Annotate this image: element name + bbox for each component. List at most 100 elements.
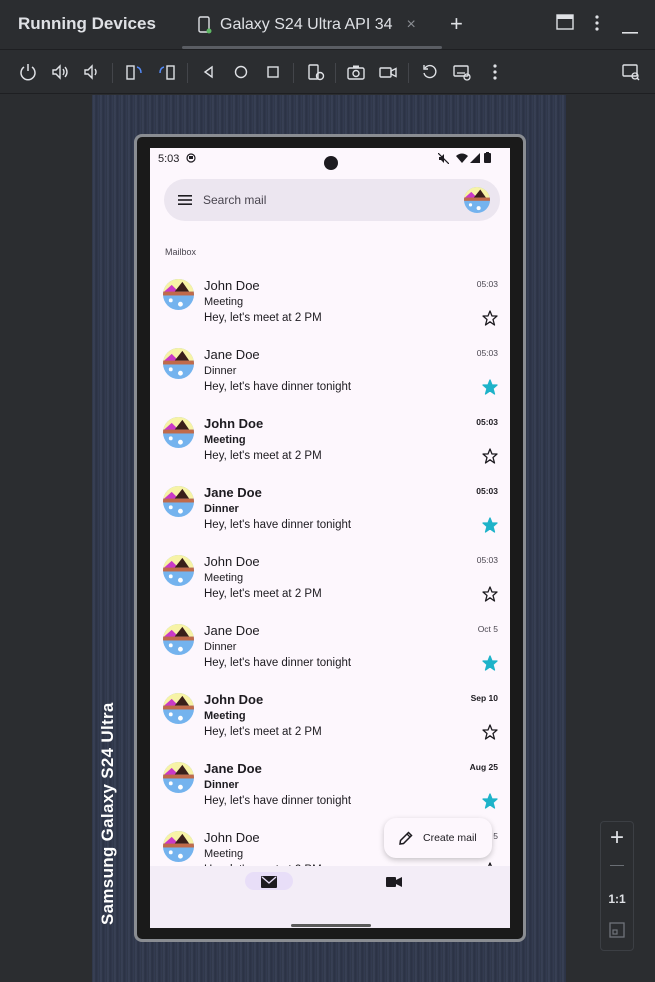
mail-preview: Hey, let's have dinner tonight	[204, 657, 352, 669]
star-outline-icon[interactable]	[482, 724, 498, 740]
window-layout-icon[interactable]	[556, 14, 574, 35]
mail-preview: Hey, let's have dinner tonight	[204, 795, 352, 807]
mail-subject: Dinner	[204, 641, 237, 653]
zoom-in-button[interactable]: +	[601, 824, 633, 852]
emulator-toolbar	[0, 51, 655, 94]
zoom-out-button[interactable]: —	[601, 856, 633, 872]
back-icon[interactable]	[199, 62, 219, 82]
device-stage: Samsung Galaxy S24 Ultra 5:03 Search mai…	[0, 95, 655, 982]
mail-time: 05:03	[476, 555, 498, 565]
zoom-actual-size-button[interactable]: 1:1	[601, 892, 633, 906]
star-outline-icon[interactable]	[482, 448, 498, 464]
sender-avatar[interactable]	[163, 279, 194, 310]
pencil-icon	[398, 830, 414, 846]
mail-time: 05:03	[476, 417, 498, 427]
rotate-right-icon[interactable]	[157, 62, 177, 82]
sender-avatar[interactable]	[163, 486, 194, 517]
mail-time: Aug 25	[469, 762, 498, 772]
camera-icon[interactable]	[346, 62, 366, 82]
sender-avatar[interactable]	[163, 624, 194, 655]
status-time: 5:03	[158, 153, 180, 165]
mail-sender: Jane Doe	[204, 623, 260, 638]
screen-record-icon[interactable]	[378, 62, 398, 82]
mail-preview: Hey, let's meet at 2 PM	[204, 588, 322, 600]
sender-avatar[interactable]	[163, 555, 194, 586]
power-icon[interactable]	[18, 62, 38, 82]
device-tab[interactable]: Galaxy S24 Ultra API 34 ×	[198, 12, 416, 38]
list-item[interactable]: Jane Doe Dinner Hey, let's have dinner ton…	[150, 477, 510, 546]
mail-preview: Hey, let's meet at 2 PM	[204, 450, 322, 462]
bottom-navigation	[150, 866, 510, 928]
mail-subject: Meeting	[204, 296, 244, 308]
toolbar-divider	[408, 63, 409, 83]
sender-avatar[interactable]	[163, 348, 194, 379]
reset-icon[interactable]	[420, 62, 440, 82]
add-device-tab-button[interactable]: +	[450, 12, 463, 36]
keyboard-settings-icon[interactable]	[452, 62, 472, 82]
list-item[interactable]: John Doe Meeting Hey, let's meet at 2 PM 05…	[150, 408, 510, 477]
device-tab-label: Galaxy S24 Ultra API 34	[220, 16, 393, 33]
sender-avatar[interactable]	[163, 762, 194, 793]
search-placeholder[interactable]: Search mail	[203, 193, 266, 207]
mail-preview: Hey, let's have dinner tonight	[204, 519, 352, 531]
create-mail-label: Create mail	[423, 832, 477, 844]
mailbox-heading: Mailbox	[165, 247, 197, 257]
overview-icon[interactable]	[263, 62, 283, 82]
star-outline-icon[interactable]	[482, 586, 498, 602]
more-options-icon[interactable]	[594, 14, 600, 37]
nav-item-video[interactable]	[370, 872, 418, 890]
video-icon	[386, 875, 402, 893]
star-filled-icon[interactable]	[482, 379, 498, 395]
list-item[interactable]: John Doe Meeting Hey, let's meet at 2 PM Se…	[150, 684, 510, 753]
mail-list: John Doe Meeting Hey, let's meet at 2 PM 05…	[150, 270, 510, 891]
mail-time: Oct 5	[477, 624, 498, 634]
nav-item-mail[interactable]	[245, 872, 293, 890]
mail-subject: Meeting	[204, 710, 246, 722]
device-mirror-icon[interactable]	[621, 62, 641, 82]
volume-up-icon[interactable]	[50, 62, 70, 82]
zoom-controls: + — 1:1	[600, 821, 634, 951]
more-actions-icon[interactable]	[485, 62, 505, 82]
toolbar-divider	[293, 63, 294, 83]
create-mail-button[interactable]: Create mail	[384, 818, 492, 858]
battery-icon	[484, 152, 491, 166]
star-outline-icon[interactable]	[482, 310, 498, 326]
sender-avatar[interactable]	[163, 417, 194, 448]
rotate-left-icon[interactable]	[124, 62, 144, 82]
search-bar[interactable]: Search mail	[164, 179, 500, 221]
list-item[interactable]: John Doe Meeting Hey, let's meet at 2 PM 05…	[150, 546, 510, 615]
star-filled-icon[interactable]	[482, 793, 498, 809]
menu-icon[interactable]	[178, 193, 192, 205]
gesture-home-bar[interactable]	[291, 924, 371, 927]
close-tab-icon[interactable]: ×	[407, 16, 416, 34]
mail-sender: Jane Doe	[204, 347, 260, 362]
mail-time: 05:03	[476, 486, 498, 496]
list-item[interactable]: Jane Doe Dinner Hey, let's have dinner ton…	[150, 339, 510, 408]
toolbar-divider	[112, 63, 113, 83]
phone-screen[interactable]: 5:03 Search mail Mailbox John Doe Meetin…	[150, 148, 510, 928]
device-settings-icon[interactable]	[306, 62, 326, 82]
mail-preview: Hey, let's have dinner tonight	[204, 381, 352, 393]
mail-subject: Dinner	[204, 779, 239, 791]
mail-preview: Hey, let's meet at 2 PM	[204, 726, 322, 738]
list-item[interactable]: Jane Doe Dinner Hey, let's have dinner ton…	[150, 615, 510, 684]
sender-avatar[interactable]	[163, 693, 194, 724]
mail-preview: Hey, let's meet at 2 PM	[204, 312, 322, 324]
mail-subject: Meeting	[204, 572, 244, 584]
mail-sender: John Doe	[204, 830, 260, 845]
phone-settings-icon	[198, 16, 212, 34]
volume-down-icon[interactable]	[82, 62, 102, 82]
mail-sender: Jane Doe	[204, 485, 262, 500]
sender-avatar[interactable]	[163, 831, 194, 862]
star-filled-icon[interactable]	[482, 517, 498, 533]
minimize-icon[interactable]	[622, 22, 638, 40]
home-icon[interactable]	[231, 62, 251, 82]
mail-time: 05:03	[476, 279, 498, 289]
list-item[interactable]: John Doe Meeting Hey, let's meet at 2 PM 05…	[150, 270, 510, 339]
star-filled-icon[interactable]	[482, 655, 498, 671]
list-item[interactable]: Jane Doe Dinner Hey, let's have dinner ton…	[150, 753, 510, 822]
mail-sender: Jane Doe	[204, 761, 262, 776]
zoom-fit-icon[interactable]	[601, 922, 633, 943]
profile-avatar[interactable]	[464, 187, 490, 213]
mail-time: 5	[493, 831, 498, 841]
